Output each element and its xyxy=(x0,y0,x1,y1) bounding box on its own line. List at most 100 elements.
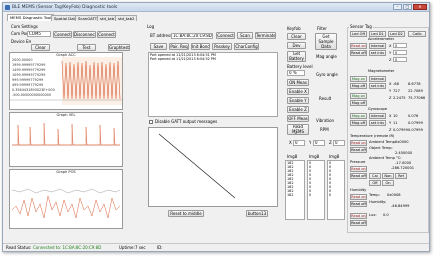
list2-row: 0 xyxy=(309,193,312,197)
mag-angle-label: Mag angle xyxy=(316,54,337,59)
log-output[interactable]: Port opened at 11/21/2013 6:04:51 PM Por… xyxy=(148,52,278,117)
connect-com-button[interactable]: Connect xyxy=(53,31,72,38)
mag-on-button[interactable]: Mag on xyxy=(350,76,367,82)
mag-y-value: 727 xyxy=(393,89,400,93)
window-title: BLE MEMS (Sensor Tag/KeyFob) Diagnostic … xyxy=(12,5,118,10)
connect-com-button-2[interactable]: Connect xyxy=(97,31,116,38)
mag-off-button[interactable]: Mag off xyxy=(350,83,367,89)
mag-x-value: -68 xyxy=(393,82,399,86)
get-sample-data-button[interactable]: Get Sample Data xyxy=(315,33,337,50)
list1[interactable]: 182 182 182 182 182 182 182 182 182 xyxy=(285,160,305,220)
spatial-canvas-drawing xyxy=(158,133,236,199)
humidity-label: Humidity xyxy=(350,188,367,192)
terminate-button[interactable]: Terminate xyxy=(255,32,276,39)
keyfob-label: Keyfob xyxy=(287,26,301,31)
bt-address-input[interactable]: 1C:BA:8C:20:C9:8D xyxy=(171,33,213,39)
temp-read-off-button[interactable]: Read off xyxy=(350,147,367,153)
mag-on-button-2[interactable]: Mag on xyxy=(350,93,367,99)
reset-to-middle-button[interactable]: Reset to middle xyxy=(168,210,204,217)
keyfob-z-value: 0 xyxy=(333,140,345,146)
ble-connect-button[interactable]: Connect xyxy=(216,32,235,39)
object-temp-label: Object Temp: xyxy=(369,146,393,150)
acc-set-intv-button[interactable]: set intv xyxy=(369,50,386,56)
scan-button[interactable]: Scan xyxy=(237,32,253,39)
magnetometer-label: Magnetometer xyxy=(368,69,395,73)
on-meas-button[interactable]: ON Meas xyxy=(287,79,309,86)
pressure-label: Pressure xyxy=(350,160,366,164)
list1-header: Img8 xyxy=(287,154,298,159)
pressure-off-button[interactable]: Off xyxy=(369,180,381,186)
gyro-on-button[interactable]: Mag on xyxy=(350,113,367,119)
pressure-read-on-button[interactable]: Read on xyxy=(350,166,367,172)
graph-vel-plot xyxy=(12,122,120,146)
maximize-button[interactable]: □ xyxy=(403,4,412,10)
device-ema-label: Device Ema xyxy=(11,39,31,44)
off-meas-button[interactable]: OFF Meas xyxy=(287,115,309,122)
rpm-label: RPM xyxy=(320,127,329,132)
keyfob-dev-button[interactable]: Dev xyxy=(287,42,306,49)
get-battery-button[interactable]: Get Battery xyxy=(287,51,306,62)
ambient-c-label: Ambient Temp °C: xyxy=(369,156,402,160)
acc-read-off-button[interactable]: Read off xyxy=(350,50,367,56)
cal-button[interactable]: Cal xyxy=(369,173,381,179)
tab-mems-diagnostic[interactable]: MEMS Diagnostic Tool xyxy=(7,14,55,21)
humidity-read-off-button[interactable]: Read off xyxy=(350,201,367,207)
pair-req-button[interactable]: Pair. Req xyxy=(169,43,189,50)
passkey-button[interactable]: Passkey xyxy=(212,43,232,50)
acc-read-on-button[interactable]: Read on xyxy=(350,43,367,49)
mag-set-intv-button[interactable]: set intv xyxy=(369,83,386,89)
read-mems-data-button[interactable]: Read MEMS Dat xyxy=(287,124,309,135)
lux-read-off-button[interactable]: Read off xyxy=(350,220,367,226)
enable-z-button[interactable]: Enable Z xyxy=(287,106,309,113)
title-bar: BLE MEMS (Sensor Tag/KeyFob) Diagnostic … xyxy=(3,3,429,12)
lux-label: Lux: xyxy=(369,213,377,217)
tab-std-tab2[interactable]: std_tab2 xyxy=(115,15,138,21)
save-log-button[interactable]: Save xyxy=(150,43,167,50)
char-config-button[interactable]: CharConfig xyxy=(234,43,259,50)
enable-y-button[interactable]: Enable Y xyxy=(287,97,309,104)
result-label: Result xyxy=(319,96,332,101)
keyfob-clear-button[interactable]: Clear xyxy=(287,33,306,40)
graph-vel: Graph VEL xyxy=(9,112,123,167)
led-off-button[interactable]: Led Off xyxy=(350,31,367,37)
bt-address-label: BT address xyxy=(150,33,173,38)
humidity-read-on-button[interactable]: Read on xyxy=(350,194,367,200)
mag-z-value: 2.2475 xyxy=(393,96,406,100)
disable-gatt-checkbox[interactable] xyxy=(149,120,153,124)
pressure-read-off-button[interactable]: Read off xyxy=(350,173,367,179)
list3-row: 0 xyxy=(329,193,332,197)
gyro-interval-button[interactable]: Interval xyxy=(369,113,386,119)
lux-read-on-button[interactable]: Read on xyxy=(350,213,367,219)
mag-y-value-2: 22.7089 xyxy=(408,89,423,93)
pressure-on-button[interactable]: On xyxy=(382,180,394,186)
gyro-set-intv-button[interactable]: set intv xyxy=(369,120,386,126)
calib-button[interactable]: Calib xyxy=(408,31,426,37)
non-button[interactable]: Non xyxy=(382,173,394,179)
gyro-z-value: 0.07999 xyxy=(393,128,408,132)
acc-z-label: Z xyxy=(389,58,392,62)
graphtest-button[interactable]: Graphtest xyxy=(108,44,130,51)
list2[interactable]: 0 0 0 0 0 0 0 0 0 xyxy=(307,160,325,220)
mag-off-button-2[interactable]: Mag off xyxy=(350,100,367,106)
init-bond-button[interactable]: Init Bond xyxy=(191,43,210,50)
list3[interactable]: 0 0 0 0 0 0 0 0 0 xyxy=(327,160,345,220)
gyro-off-button[interactable]: Mag off xyxy=(350,120,367,126)
mag-z-label: Z xyxy=(389,96,392,100)
disconnect-com-button[interactable]: Disconnect xyxy=(73,31,96,38)
mag-interval-button[interactable]: Interval xyxy=(369,76,386,82)
enable-x-button[interactable]: Enable X xyxy=(287,88,309,95)
button13-button[interactable]: button13 xyxy=(246,210,268,217)
acc-y-label: Y xyxy=(389,51,392,55)
temp-read-on-button[interactable]: Read on xyxy=(350,140,367,146)
ref-button[interactable]: Ref xyxy=(395,173,407,179)
com-port-select[interactable]: COM5 xyxy=(27,31,51,37)
close-button[interactable]: ✕ xyxy=(413,4,427,10)
test-button[interactable]: Test xyxy=(77,44,96,51)
minimize-button[interactable]: – xyxy=(393,4,402,10)
object-temp-value: 2.450000 xyxy=(395,151,413,155)
read-status-label: Read Status: xyxy=(6,245,32,250)
clear-button[interactable]: Clear xyxy=(31,44,50,51)
graph-acc: Graph ACC 2000.00000 1999.99999779299 14… xyxy=(9,52,123,110)
acc-interval-button[interactable]: Interval xyxy=(369,43,386,49)
list3-header: Img8 xyxy=(329,154,340,159)
